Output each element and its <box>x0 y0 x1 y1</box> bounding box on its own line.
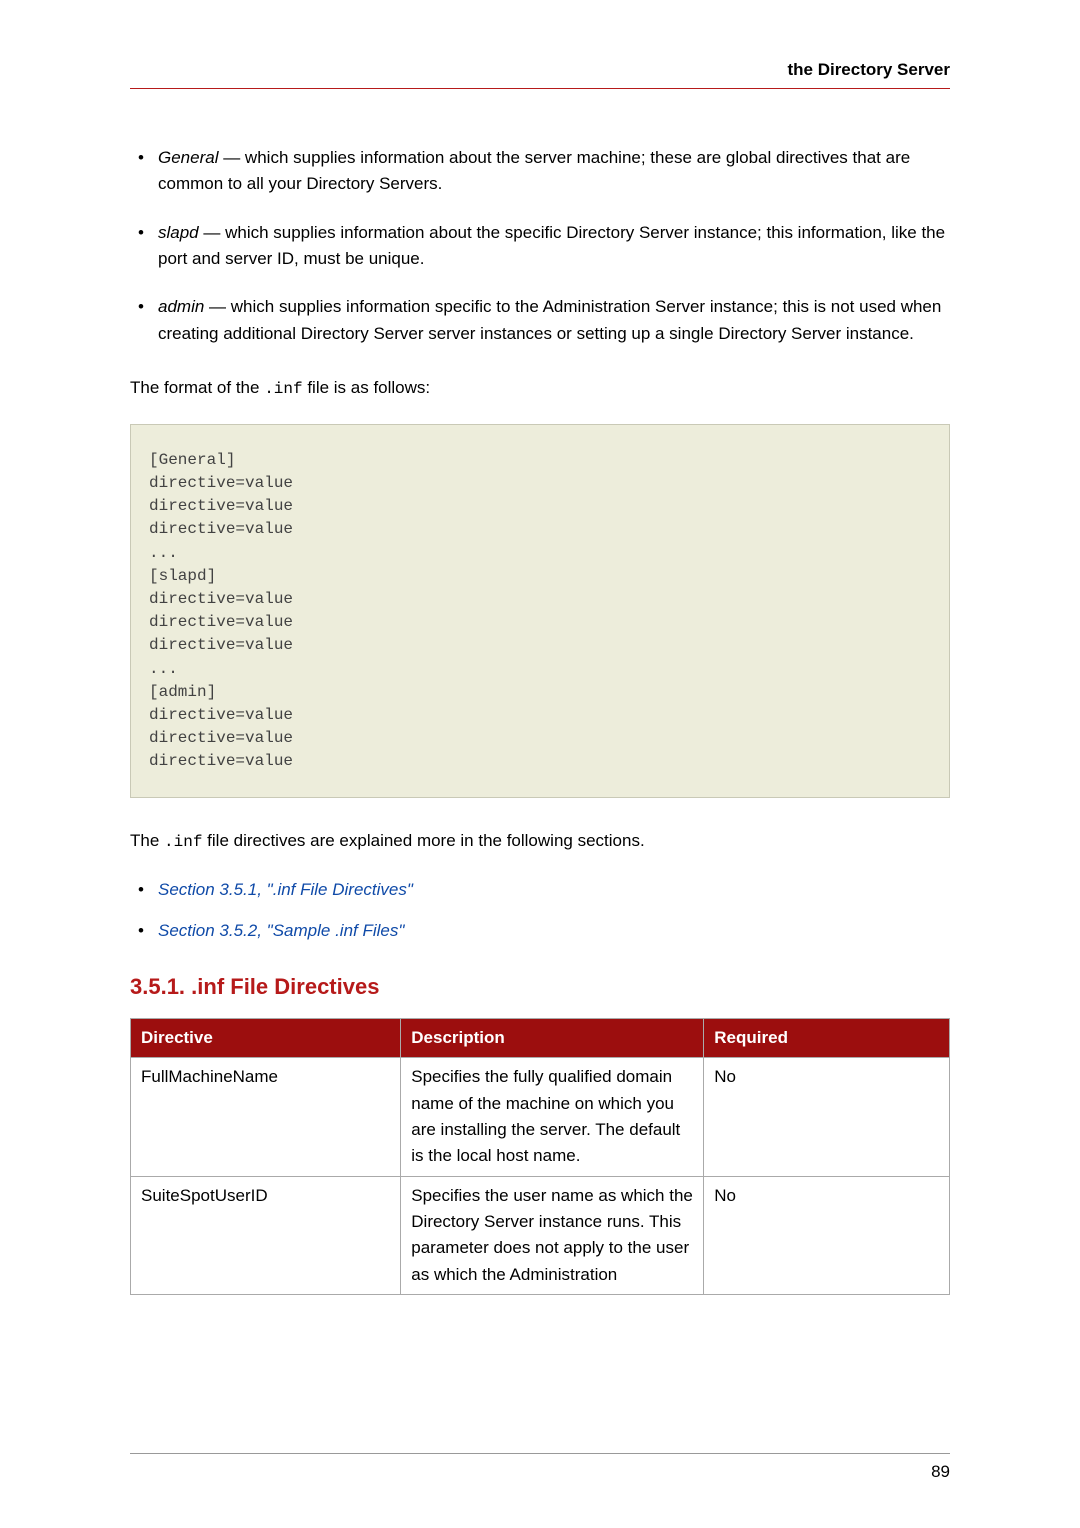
format-intro-before: The format of the <box>130 378 264 397</box>
directives-table: Directive Description Required FullMachi… <box>130 1018 950 1295</box>
bullet-general-text: — which supplies information about the s… <box>158 148 910 193</box>
link-section-3-5-1[interactable]: Section 3.5.1, ".inf File Directives" <box>130 877 950 903</box>
col-required: Required <box>704 1019 950 1058</box>
cell-directive: FullMachineName <box>131 1058 401 1176</box>
cell-required: No <box>704 1058 950 1176</box>
format-intro-after: file is as follows: <box>303 378 431 397</box>
cell-directive: SuiteSpotUserID <box>131 1176 401 1294</box>
format-intro: The format of the .inf file is as follow… <box>130 375 950 402</box>
col-description: Description <box>401 1019 704 1058</box>
format-intro-code: .inf <box>264 380 302 398</box>
after-code-para: The .inf file directives are explained m… <box>130 828 950 855</box>
section-links: Section 3.5.1, ".inf File Directives" Se… <box>130 877 950 944</box>
col-directive: Directive <box>131 1019 401 1058</box>
cell-description: Specifies the fully qualified domain nam… <box>401 1058 704 1176</box>
term-admin: admin <box>158 297 204 316</box>
table-row: SuiteSpotUserID Specifies the user name … <box>131 1176 950 1294</box>
page: the Directory Server General — which sup… <box>0 0 1080 1528</box>
page-number: 89 <box>931 1462 950 1481</box>
section-title: 3.5.1. .inf File Directives <box>130 970 950 1004</box>
bullet-admin: admin — which supplies information speci… <box>130 294 950 347</box>
term-slapd: slapd <box>158 223 199 242</box>
bullet-admin-text: — which supplies information specific to… <box>158 297 941 342</box>
body: General — which supplies information abo… <box>130 145 950 1295</box>
cell-required: No <box>704 1176 950 1294</box>
term-general: General <box>158 148 218 167</box>
bullet-slapd-text: — which supplies information about the s… <box>158 223 945 268</box>
table-header-row: Directive Description Required <box>131 1019 950 1058</box>
inf-format-codeblock: [General] directive=value directive=valu… <box>130 424 950 799</box>
bullet-slapd: slapd — which supplies information about… <box>130 220 950 273</box>
after-code-after: file directives are explained more in th… <box>202 831 644 850</box>
intro-bullet-list: General — which supplies information abo… <box>130 145 950 347</box>
link-section-3-5-2[interactable]: Section 3.5.2, "Sample .inf Files" <box>130 918 950 944</box>
bullet-general: General — which supplies information abo… <box>130 145 950 198</box>
cell-description: Specifies the user name as which the Dir… <box>401 1176 704 1294</box>
page-footer: 89 <box>130 1453 950 1482</box>
running-header: the Directory Server <box>130 60 950 89</box>
after-code-before: The <box>130 831 164 850</box>
table-row: FullMachineName Specifies the fully qual… <box>131 1058 950 1176</box>
after-code-code: .inf <box>164 833 202 851</box>
